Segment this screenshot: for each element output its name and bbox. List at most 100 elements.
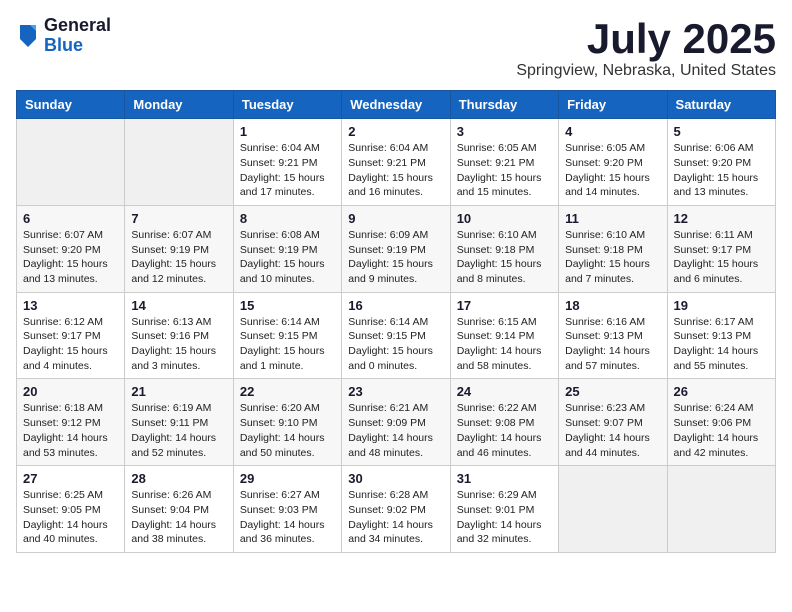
calendar-cell: 17Sunrise: 6:15 AM Sunset: 9:14 PM Dayli… — [450, 292, 558, 379]
calendar-cell: 13 Sunrise: 6:12 AM Sunset: 9:17 PM Dayli… — [17, 292, 125, 379]
day-number: 22 — [240, 384, 335, 399]
day-number: 7 — [131, 211, 226, 226]
calendar-cell: 8 Sunrise: 6:08 AM Sunset: 9:19 PM Daylig… — [233, 205, 341, 292]
calendar-week-row: 6 Sunrise: 6:07 AM Sunset: 9:20 PM Daylig… — [17, 205, 776, 292]
column-header-monday: Monday — [125, 91, 233, 119]
day-info: Sunrise: 6:29 AM Sunset: 9:01 PM Dayligh… — [457, 488, 552, 547]
calendar-cell: 29Sunrise: 6:27 AM Sunset: 9:03 PM Dayli… — [233, 466, 341, 553]
day-info: Sunrise: 6:17 AM Sunset: 9:13 PM Dayligh… — [674, 315, 769, 374]
day-info: Sunrise: 6:21 AM Sunset: 9:09 PM Dayligh… — [348, 401, 443, 460]
column-header-wednesday: Wednesday — [342, 91, 450, 119]
day-info: Sunrise: 6:10 AM Sunset: 9:18 PM Dayligh… — [565, 228, 660, 287]
calendar-cell — [125, 119, 233, 206]
day-info: Sunrise: 6:10 AM Sunset: 9:18 PM Dayligh… — [457, 228, 552, 287]
day-info: Sunrise: 6:04 AM Sunset: 9:21 PM Dayligh… — [348, 141, 443, 200]
day-number: 3 — [457, 124, 552, 139]
calendar-cell: 1 Sunrise: 6:04 AM Sunset: 9:21 PM Daylig… — [233, 119, 341, 206]
calendar-cell: 21Sunrise: 6:19 AM Sunset: 9:11 PM Dayli… — [125, 379, 233, 466]
calendar-cell: 19 Sunrise: 6:17 AM Sunset: 9:13 PM Dayli… — [667, 292, 775, 379]
calendar-cell: 23 Sunrise: 6:21 AM Sunset: 9:09 PM Dayli… — [342, 379, 450, 466]
day-number: 9 — [348, 211, 443, 226]
day-info: Sunrise: 6:26 AM Sunset: 9:04 PM Dayligh… — [131, 488, 226, 547]
calendar-cell: 28 Sunrise: 6:26 AM Sunset: 9:04 PM Dayli… — [125, 466, 233, 553]
day-number: 12 — [674, 211, 769, 226]
logo-text: General Blue — [44, 16, 111, 56]
calendar-week-row: 27Sunrise: 6:25 AM Sunset: 9:05 PM Dayli… — [17, 466, 776, 553]
day-number: 4 — [565, 124, 660, 139]
day-info: Sunrise: 6:13 AM Sunset: 9:16 PM Dayligh… — [131, 315, 226, 374]
day-number: 2 — [348, 124, 443, 139]
day-info: Sunrise: 6:14 AM Sunset: 9:15 PM Dayligh… — [240, 315, 335, 374]
calendar-cell: 10 Sunrise: 6:10 AM Sunset: 9:18 PM Dayli… — [450, 205, 558, 292]
calendar-week-row: 13 Sunrise: 6:12 AM Sunset: 9:17 PM Dayli… — [17, 292, 776, 379]
calendar-cell: 27Sunrise: 6:25 AM Sunset: 9:05 PM Dayli… — [17, 466, 125, 553]
calendar-cell: 20 Sunrise: 6:18 AM Sunset: 9:12 PM Dayli… — [17, 379, 125, 466]
logo-icon — [16, 21, 40, 51]
day-number: 15 — [240, 298, 335, 313]
day-info: Sunrise: 6:04 AM Sunset: 9:21 PM Dayligh… — [240, 141, 335, 200]
day-number: 25 — [565, 384, 660, 399]
day-info: Sunrise: 6:07 AM Sunset: 9:20 PM Dayligh… — [23, 228, 118, 287]
day-number: 10 — [457, 211, 552, 226]
calendar-cell: 31 Sunrise: 6:29 AM Sunset: 9:01 PM Dayli… — [450, 466, 558, 553]
day-info: Sunrise: 6:09 AM Sunset: 9:19 PM Dayligh… — [348, 228, 443, 287]
day-number: 8 — [240, 211, 335, 226]
logo-blue: Blue — [44, 36, 111, 56]
logo-general: General — [44, 16, 111, 36]
calendar-cell — [559, 466, 667, 553]
day-info: Sunrise: 6:25 AM Sunset: 9:05 PM Dayligh… — [23, 488, 118, 547]
calendar-cell: 30Sunrise: 6:28 AM Sunset: 9:02 PM Dayli… — [342, 466, 450, 553]
day-info: Sunrise: 6:05 AM Sunset: 9:20 PM Dayligh… — [565, 141, 660, 200]
day-info: Sunrise: 6:24 AM Sunset: 9:06 PM Dayligh… — [674, 401, 769, 460]
calendar-cell: 14 Sunrise: 6:13 AM Sunset: 9:16 PM Dayli… — [125, 292, 233, 379]
day-number: 24 — [457, 384, 552, 399]
calendar-cell: 11Sunrise: 6:10 AM Sunset: 9:18 PM Dayli… — [559, 205, 667, 292]
calendar-cell — [667, 466, 775, 553]
calendar-cell: 7 Sunrise: 6:07 AM Sunset: 9:19 PM Daylig… — [125, 205, 233, 292]
day-number: 1 — [240, 124, 335, 139]
day-number: 31 — [457, 471, 552, 486]
day-info: Sunrise: 6:20 AM Sunset: 9:10 PM Dayligh… — [240, 401, 335, 460]
day-info: Sunrise: 6:07 AM Sunset: 9:19 PM Dayligh… — [131, 228, 226, 287]
month-title: July 2025 — [516, 16, 776, 62]
day-info: Sunrise: 6:15 AM Sunset: 9:14 PM Dayligh… — [457, 315, 552, 374]
day-info: Sunrise: 6:16 AM Sunset: 9:13 PM Dayligh… — [565, 315, 660, 374]
day-number: 19 — [674, 298, 769, 313]
column-header-tuesday: Tuesday — [233, 91, 341, 119]
column-header-friday: Friday — [559, 91, 667, 119]
calendar-cell: 25 Sunrise: 6:23 AM Sunset: 9:07 PM Dayli… — [559, 379, 667, 466]
calendar-cell: 6 Sunrise: 6:07 AM Sunset: 9:20 PM Daylig… — [17, 205, 125, 292]
calendar-cell: 5 Sunrise: 6:06 AM Sunset: 9:20 PM Daylig… — [667, 119, 775, 206]
title-block: July 2025 Springview, Nebraska, United S… — [516, 16, 776, 80]
day-number: 16 — [348, 298, 443, 313]
day-number: 23 — [348, 384, 443, 399]
calendar-cell — [17, 119, 125, 206]
calendar-cell: 16 Sunrise: 6:14 AM Sunset: 9:15 PM Dayli… — [342, 292, 450, 379]
day-number: 6 — [23, 211, 118, 226]
calendar-week-row: 20 Sunrise: 6:18 AM Sunset: 9:12 PM Dayli… — [17, 379, 776, 466]
day-info: Sunrise: 6:08 AM Sunset: 9:19 PM Dayligh… — [240, 228, 335, 287]
day-number: 14 — [131, 298, 226, 313]
day-info: Sunrise: 6:05 AM Sunset: 9:21 PM Dayligh… — [457, 141, 552, 200]
calendar-cell: 26 Sunrise: 6:24 AM Sunset: 9:06 PM Dayli… — [667, 379, 775, 466]
day-info: Sunrise: 6:14 AM Sunset: 9:15 PM Dayligh… — [348, 315, 443, 374]
day-info: Sunrise: 6:22 AM Sunset: 9:08 PM Dayligh… — [457, 401, 552, 460]
day-info: Sunrise: 6:12 AM Sunset: 9:17 PM Dayligh… — [23, 315, 118, 374]
calendar-cell: 24 Sunrise: 6:22 AM Sunset: 9:08 PM Dayli… — [450, 379, 558, 466]
calendar-header-row: SundayMondayTuesdayWednesdayThursdayFrid… — [17, 91, 776, 119]
calendar-cell: 12Sunrise: 6:11 AM Sunset: 9:17 PM Dayli… — [667, 205, 775, 292]
day-number: 13 — [23, 298, 118, 313]
day-info: Sunrise: 6:06 AM Sunset: 9:20 PM Dayligh… — [674, 141, 769, 200]
day-number: 28 — [131, 471, 226, 486]
day-info: Sunrise: 6:18 AM Sunset: 9:12 PM Dayligh… — [23, 401, 118, 460]
day-info: Sunrise: 6:27 AM Sunset: 9:03 PM Dayligh… — [240, 488, 335, 547]
day-number: 18 — [565, 298, 660, 313]
day-info: Sunrise: 6:23 AM Sunset: 9:07 PM Dayligh… — [565, 401, 660, 460]
day-number: 5 — [674, 124, 769, 139]
day-info: Sunrise: 6:19 AM Sunset: 9:11 PM Dayligh… — [131, 401, 226, 460]
day-number: 20 — [23, 384, 118, 399]
day-info: Sunrise: 6:28 AM Sunset: 9:02 PM Dayligh… — [348, 488, 443, 547]
calendar: SundayMondayTuesdayWednesdayThursdayFrid… — [16, 90, 776, 553]
day-number: 26 — [674, 384, 769, 399]
column-header-thursday: Thursday — [450, 91, 558, 119]
